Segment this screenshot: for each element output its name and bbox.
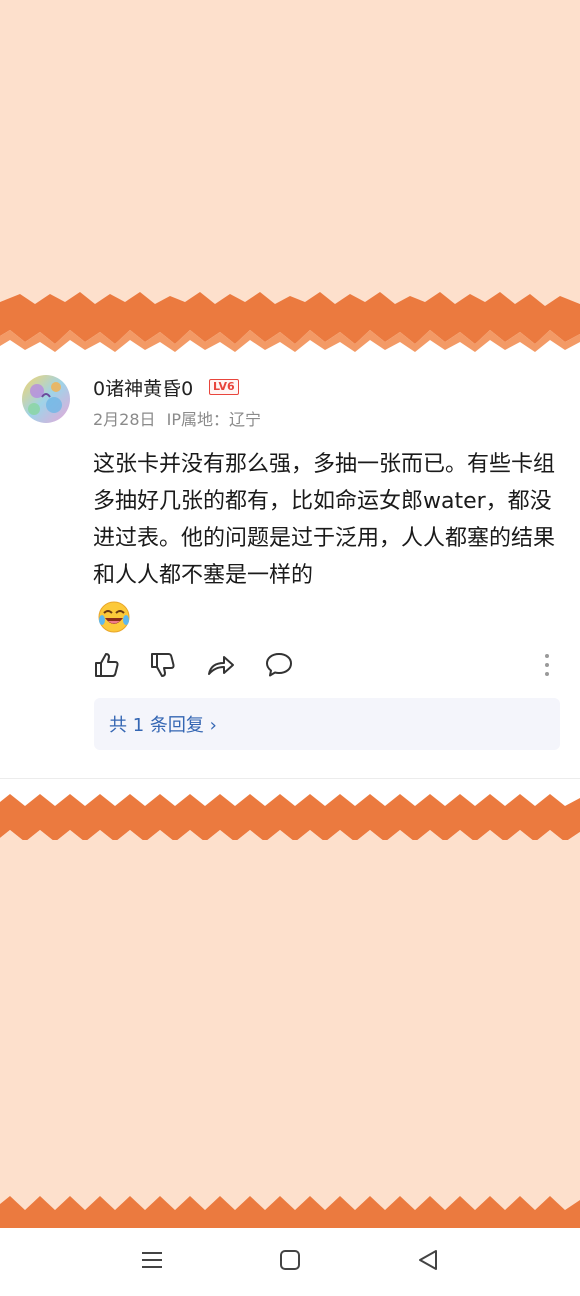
system-navigation-bar — [0, 1228, 580, 1296]
ip-location: IP属地：辽宁 — [166, 410, 262, 429]
menu-icon[interactable] — [138, 1246, 166, 1274]
level-badge: LV6 — [209, 379, 239, 395]
decorative-background-top — [0, 0, 580, 300]
comment-text: 这张卡并没有那么强，多抽一张而已。有些卡组多抽好几张的都有，比如命运女郎wate… — [93, 452, 556, 588]
comment-icon[interactable] — [264, 650, 294, 680]
share-icon[interactable] — [206, 650, 236, 680]
avatar[interactable] — [22, 375, 70, 423]
more-icon[interactable] — [534, 650, 560, 680]
comment-actions — [0, 650, 580, 684]
reply-summary-label: 共 1 条回复 › — [109, 715, 217, 736]
comment-date: 2月28日 — [93, 410, 156, 429]
dislike-icon[interactable] — [148, 650, 178, 680]
comment-card: 0诸神黄昏0 LV6 2月28日 IP属地：辽宁 这张卡并没有那么强，多抽一张而… — [0, 358, 580, 782]
username[interactable]: 0诸神黄昏0 — [93, 374, 193, 401]
laughing-crying-emoji-icon — [98, 601, 130, 633]
back-icon[interactable] — [414, 1246, 442, 1274]
comment-meta: 2月28日 IP属地：辽宁 — [93, 406, 261, 430]
divider — [0, 778, 580, 779]
decorative-zigzag-border-top — [0, 290, 580, 352]
like-icon[interactable] — [92, 650, 122, 680]
decorative-zigzag-border-middle — [0, 788, 580, 844]
home-icon[interactable] — [276, 1246, 304, 1274]
decorative-background-bottom — [0, 840, 580, 1200]
reply-summary-button[interactable]: 共 1 条回复 › — [94, 698, 560, 750]
